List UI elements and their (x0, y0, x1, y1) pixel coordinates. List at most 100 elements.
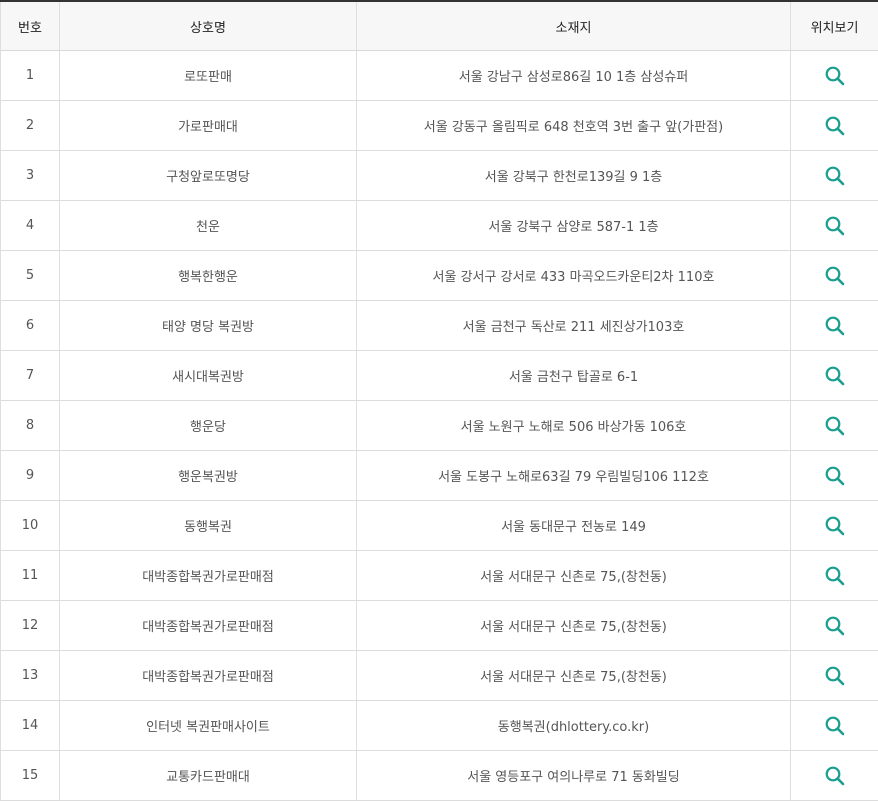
row-location-cell (791, 51, 878, 101)
store-table: 번호 상호명 소재지 위치보기 1 로또판매 서울 강남구 삼성로86길 10 … (0, 0, 878, 801)
row-address: 서울 금천구 독산로 211 세진상가103호 (357, 301, 791, 351)
search-icon[interactable] (824, 415, 846, 437)
search-icon-graphic (824, 415, 846, 437)
row-number: 12 (1, 601, 60, 651)
search-icon-graphic (824, 265, 846, 287)
search-icon[interactable] (824, 65, 846, 87)
row-location-cell (791, 651, 878, 701)
search-icon-graphic (824, 315, 846, 337)
row-address: 동행복권(dhlottery.co.kr) (357, 701, 791, 751)
row-store-name: 대박종합복권가로판매점 (60, 651, 357, 701)
search-icon[interactable] (824, 465, 846, 487)
row-location-cell (791, 251, 878, 301)
row-location-cell (791, 601, 878, 651)
row-store-name: 인터넷 복권판매사이트 (60, 701, 357, 751)
row-address: 서울 서대문구 신촌로 75,(창천동) (357, 601, 791, 651)
table-row: 15 교통카드판매대 서울 영등포구 여의나루로 71 동화빌딩 (1, 751, 878, 801)
row-address: 서울 영등포구 여의나루로 71 동화빌딩 (357, 751, 791, 801)
table-row: 14 인터넷 복권판매사이트 동행복권(dhlottery.co.kr) (1, 701, 878, 751)
search-icon[interactable] (824, 565, 846, 587)
header-store-name: 상호명 (60, 1, 357, 51)
row-store-name: 구청앞로또명당 (60, 151, 357, 201)
row-address: 서울 서대문구 신촌로 75,(창천동) (357, 551, 791, 601)
search-icon[interactable] (824, 765, 846, 787)
table-row: 4 천운 서울 강북구 삼양로 587-1 1층 (1, 201, 878, 251)
search-icon-graphic (824, 115, 846, 137)
row-store-name: 교통카드판매대 (60, 751, 357, 801)
row-number: 4 (1, 201, 60, 251)
search-icon[interactable] (824, 715, 846, 737)
row-address: 서울 노원구 노해로 506 바상가동 106호 (357, 401, 791, 451)
row-address: 서울 강남구 삼성로86길 10 1층 삼성슈퍼 (357, 51, 791, 101)
search-icon[interactable] (824, 115, 846, 137)
row-location-cell (791, 751, 878, 801)
row-number: 7 (1, 351, 60, 401)
row-address: 서울 금천구 탑골로 6-1 (357, 351, 791, 401)
row-number: 15 (1, 751, 60, 801)
search-icon[interactable] (824, 615, 846, 637)
search-icon[interactable] (824, 515, 846, 537)
row-number: 11 (1, 551, 60, 601)
search-icon-graphic (824, 665, 846, 687)
row-address: 서울 서대문구 신촌로 75,(창천동) (357, 651, 791, 701)
row-number: 3 (1, 151, 60, 201)
table-row: 13 대박종합복권가로판매점 서울 서대문구 신촌로 75,(창천동) (1, 651, 878, 701)
row-address: 서울 도봉구 노해로63길 79 우림빌딩106 112호 (357, 451, 791, 501)
row-store-name: 대박종합복권가로판매점 (60, 601, 357, 651)
row-store-name: 태양 명당 복권방 (60, 301, 357, 351)
search-icon[interactable] (824, 215, 846, 237)
search-icon-graphic (824, 565, 846, 587)
row-number: 1 (1, 51, 60, 101)
row-number: 8 (1, 401, 60, 451)
table-row: 11 대박종합복권가로판매점 서울 서대문구 신촌로 75,(창천동) (1, 551, 878, 601)
search-icon[interactable] (824, 365, 846, 387)
header-number: 번호 (1, 1, 60, 51)
search-icon-graphic (824, 365, 846, 387)
header-address: 소재지 (357, 1, 791, 51)
row-location-cell (791, 501, 878, 551)
row-store-name: 행운당 (60, 401, 357, 451)
row-location-cell (791, 701, 878, 751)
row-store-name: 천운 (60, 201, 357, 251)
row-store-name: 행운복권방 (60, 451, 357, 501)
row-location-cell (791, 401, 878, 451)
table-row: 1 로또판매 서울 강남구 삼성로86길 10 1층 삼성슈퍼 (1, 51, 878, 101)
search-icon-graphic (824, 165, 846, 187)
row-address: 서울 강동구 올림픽로 648 천호역 3번 출구 앞(가판점) (357, 101, 791, 151)
table-row: 2 가로판매대 서울 강동구 올림픽로 648 천호역 3번 출구 앞(가판점) (1, 101, 878, 151)
table-header: 번호 상호명 소재지 위치보기 (1, 1, 878, 51)
row-store-name: 행복한행운 (60, 251, 357, 301)
table-body: 1 로또판매 서울 강남구 삼성로86길 10 1층 삼성슈퍼 2 가로판매대 … (1, 51, 878, 801)
search-icon-graphic (824, 215, 846, 237)
search-icon[interactable] (824, 665, 846, 687)
table-row: 7 새시대복권방 서울 금천구 탑골로 6-1 (1, 351, 878, 401)
search-icon-graphic (824, 515, 846, 537)
row-address: 서울 강서구 강서로 433 마곡오드카운티2차 110호 (357, 251, 791, 301)
row-location-cell (791, 151, 878, 201)
row-address: 서울 강북구 한천로139길 9 1층 (357, 151, 791, 201)
row-number: 14 (1, 701, 60, 751)
row-store-name: 가로판매대 (60, 101, 357, 151)
row-number: 6 (1, 301, 60, 351)
table-row: 3 구청앞로또명당 서울 강북구 한천로139길 9 1층 (1, 151, 878, 201)
table-row: 6 태양 명당 복권방 서울 금천구 독산로 211 세진상가103호 (1, 301, 878, 351)
search-icon[interactable] (824, 315, 846, 337)
search-icon-graphic (824, 765, 846, 787)
row-number: 10 (1, 501, 60, 551)
row-store-name: 새시대복권방 (60, 351, 357, 401)
header-location: 위치보기 (791, 1, 878, 51)
table-row: 10 동행복권 서울 동대문구 전농로 149 (1, 501, 878, 551)
row-number: 13 (1, 651, 60, 701)
search-icon[interactable] (824, 165, 846, 187)
table-row: 8 행운당 서울 노원구 노해로 506 바상가동 106호 (1, 401, 878, 451)
table-row: 12 대박종합복권가로판매점 서울 서대문구 신촌로 75,(창천동) (1, 601, 878, 651)
row-location-cell (791, 301, 878, 351)
row-address: 서울 동대문구 전농로 149 (357, 501, 791, 551)
row-location-cell (791, 201, 878, 251)
row-address: 서울 강북구 삼양로 587-1 1층 (357, 201, 791, 251)
row-number: 2 (1, 101, 60, 151)
search-icon[interactable] (824, 265, 846, 287)
search-icon-graphic (824, 65, 846, 87)
search-icon-graphic (824, 465, 846, 487)
row-number: 9 (1, 451, 60, 501)
